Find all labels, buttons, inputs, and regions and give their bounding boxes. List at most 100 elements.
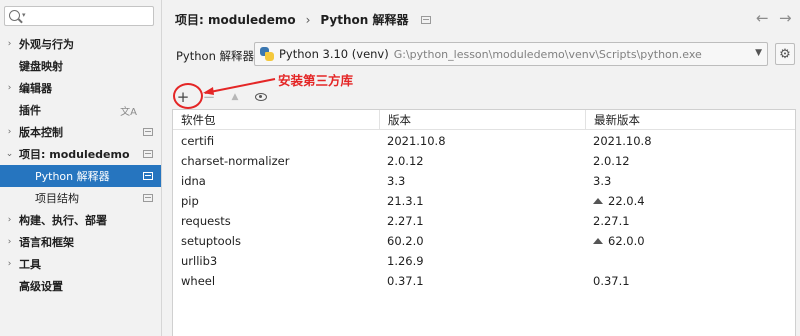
project-scope-icon xyxy=(143,150,153,158)
upgrade-icon: ▲ xyxy=(231,92,239,102)
interpreter-name: Python 3.10 (venv) xyxy=(279,47,389,61)
package-latest-label: 62.0.0 xyxy=(608,234,645,248)
project-scope-icon xyxy=(420,15,431,24)
sidebar-item-project[interactable]: ⌄ 项目: moduledemo xyxy=(0,143,161,165)
upgrade-available-icon xyxy=(593,238,603,244)
sidebar-item-label: 语言和框架 xyxy=(19,236,74,249)
arrow-left-icon[interactable]: ← xyxy=(756,9,769,27)
sidebar-item-editor[interactable]: › 编辑器 xyxy=(0,77,161,99)
settings-header: 项目: moduledemo › Python 解释器 ← → xyxy=(162,0,800,40)
package-latest-cell: 2.0.12 xyxy=(585,151,795,171)
package-name-cell: requests xyxy=(181,214,231,228)
sidebar-item-build[interactable]: › 构建、执行、部署 xyxy=(0,209,161,231)
package-latest-label: 0.37.1 xyxy=(593,274,630,288)
package-latest-label: 2.27.1 xyxy=(593,214,630,228)
arrow-right-icon[interactable]: → xyxy=(779,9,792,27)
package-version-cell: 1.26.9 xyxy=(387,254,424,268)
package-latest-label: 2021.10.8 xyxy=(593,134,652,148)
packages-table: 软件包 版本 最新版本 certifi 2021.10.8 2021.10.8 cha… xyxy=(172,109,796,336)
project-scope-icon xyxy=(143,172,153,180)
sidebar-item-label: 高级设置 xyxy=(19,280,63,293)
package-version-cell: 3.3 xyxy=(387,174,406,188)
package-version-cell: 2.27.1 xyxy=(387,214,424,228)
interpreter-select[interactable]: Python 3.10 (venv) G:\python_lesson\modu… xyxy=(254,42,768,66)
column-header-version[interactable]: 版本 xyxy=(379,110,587,130)
package-name-cell: pip xyxy=(181,194,199,208)
chevron-down-icon[interactable]: ⌄ xyxy=(0,149,19,159)
package-name-cell: idna xyxy=(181,174,206,188)
package-latest-cell: 0.37.1 xyxy=(585,271,795,291)
sidebar-item-keymap[interactable]: 键盘映射 xyxy=(0,55,161,77)
sidebar-item-tools[interactable]: › 工具 xyxy=(0,253,161,275)
sidebar-item-label: 键盘映射 xyxy=(19,60,63,73)
chevron-down-icon[interactable]: ▼ xyxy=(755,48,762,58)
table-row[interactable]: requests 2.27.1 2.27.1 xyxy=(173,211,795,231)
column-header-latest[interactable]: 最新版本 xyxy=(585,110,795,130)
sidebar-item-project-structure[interactable]: 项目结构 xyxy=(0,187,161,209)
sidebar-item-label: 工具 xyxy=(19,258,41,271)
sidebar-item-python-interpreter[interactable]: Python 解释器 xyxy=(0,165,161,187)
sidebar-item-appearance[interactable]: › 外观与行为 xyxy=(0,33,161,55)
packages-toolbar: + − ▲ xyxy=(172,86,796,108)
annotation-label: 安装第三方库 xyxy=(278,73,354,88)
chevron-right-icon[interactable]: › xyxy=(0,83,19,93)
project-scope-icon xyxy=(143,128,153,136)
package-latest-label: 3.3 xyxy=(593,174,612,188)
package-latest-cell xyxy=(585,251,795,271)
table-row[interactable]: wheel 0.37.1 0.37.1 xyxy=(173,271,795,291)
sidebar-item-plugins[interactable]: 插件 文A xyxy=(0,99,161,121)
sidebar-item-label: 插件 xyxy=(19,104,41,117)
chevron-right-icon[interactable]: › xyxy=(0,259,19,269)
package-latest-label: 22.0.4 xyxy=(608,194,645,208)
show-early-releases-button[interactable] xyxy=(250,87,272,107)
table-row[interactable]: certifi 2021.10.8 2021.10.8 xyxy=(173,131,795,151)
minus-icon: − xyxy=(202,88,216,106)
interpreter-settings-button[interactable]: ⚙ xyxy=(775,43,795,65)
package-name-cell: charset-normalizer xyxy=(181,154,290,168)
sidebar-item-advanced[interactable]: 高级设置 xyxy=(0,275,161,297)
table-row[interactable]: setuptools 60.2.0 62.0.0 xyxy=(173,231,795,251)
chevron-right-icon[interactable]: › xyxy=(0,127,19,137)
sidebar-item-label: 编辑器 xyxy=(19,82,52,95)
breadcrumb-project[interactable]: 项目: moduledemo xyxy=(175,11,296,28)
annotation-circle xyxy=(173,83,203,109)
interpreter-label: Python 解释器: xyxy=(176,49,258,63)
package-version-cell: 2021.10.8 xyxy=(387,134,446,148)
sidebar-item-version-control[interactable]: › 版本控制 xyxy=(0,121,161,143)
project-scope-icon xyxy=(143,194,153,202)
translate-icon: 文A xyxy=(120,106,137,118)
chevron-right-icon[interactable]: › xyxy=(0,215,19,225)
breadcrumb-page: Python 解释器 xyxy=(320,13,409,27)
sidebar-item-label: 构建、执行、部署 xyxy=(19,214,107,227)
table-row[interactable]: urllib3 1.26.9 xyxy=(173,251,795,271)
chevron-right-icon[interactable]: › xyxy=(0,39,19,49)
breadcrumb: 项目: moduledemo › Python 解释器 xyxy=(175,11,431,28)
chevron-down-icon[interactable]: ▾ xyxy=(22,11,26,19)
upgrade-available-icon xyxy=(593,198,603,204)
settings-sidebar: ▾ › 外观与行为 键盘映射 › 编辑器 插件 文A › 版本控制 ⌄ 项目: … xyxy=(0,0,162,336)
python-icon xyxy=(259,46,275,62)
package-name-cell: certifi xyxy=(181,134,215,148)
settings-search-input[interactable]: ▾ xyxy=(4,6,154,26)
upgrade-package-button[interactable]: ▲ xyxy=(224,87,246,107)
table-row[interactable]: idna 3.3 3.3 xyxy=(173,171,795,191)
sidebar-item-label: 项目: moduledemo xyxy=(19,148,130,161)
package-latest-cell: 2.27.1 xyxy=(585,211,795,231)
package-version-cell: 60.2.0 xyxy=(387,234,424,248)
table-header: 软件包 版本 最新版本 xyxy=(173,110,795,130)
package-name-cell: setuptools xyxy=(181,234,241,248)
package-name-cell: urllib3 xyxy=(181,254,218,268)
package-latest-cell: 62.0.0 xyxy=(585,231,795,251)
table-row[interactable]: charset-normalizer 2.0.12 2.0.12 xyxy=(173,151,795,171)
column-header-package[interactable]: 软件包 xyxy=(173,110,381,130)
sidebar-item-languages[interactable]: › 语言和框架 xyxy=(0,231,161,253)
package-version-cell: 0.37.1 xyxy=(387,274,424,288)
sidebar-item-label: 项目结构 xyxy=(35,192,79,205)
chevron-right-icon[interactable]: › xyxy=(0,237,19,247)
package-name-cell: wheel xyxy=(181,274,216,288)
sidebar-item-label: 外观与行为 xyxy=(19,38,74,51)
table-row[interactable]: pip 21.3.1 22.0.4 xyxy=(173,191,795,211)
interpreter-path: G:\python_lesson\moduledemo\venv\Scripts… xyxy=(393,47,702,61)
package-latest-cell: 2021.10.8 xyxy=(585,131,795,151)
gear-icon: ⚙ xyxy=(779,46,791,62)
